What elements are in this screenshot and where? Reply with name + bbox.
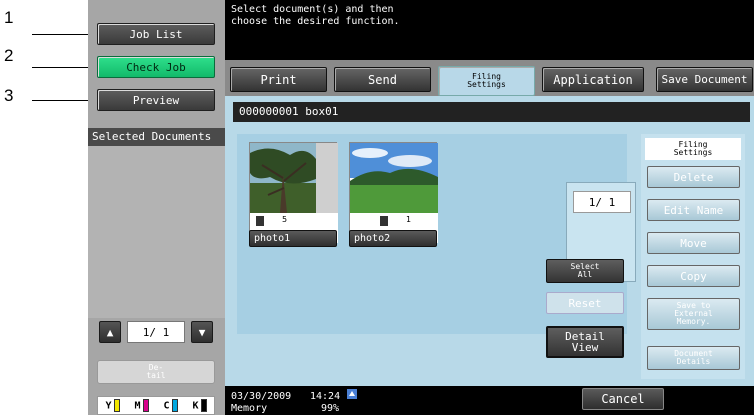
- tab-print[interactable]: Print: [230, 67, 327, 92]
- move-button[interactable]: Move: [647, 232, 740, 254]
- document-thumbnail-photo1[interactable]: 5: [249, 142, 338, 243]
- document-thumbnail-photo2[interactable]: 1: [349, 142, 438, 243]
- svg-text:1: 1: [406, 215, 411, 224]
- tab-send[interactable]: Send: [334, 67, 431, 92]
- left-panel: Job List Check Job Preview Selected Docu…: [88, 0, 225, 415]
- arrow-up-icon: ▲: [106, 325, 114, 339]
- page-down-button[interactable]: ▼: [191, 321, 213, 343]
- callout-number-2: 2: [4, 46, 14, 65]
- toner-cyan: C: [163, 399, 178, 412]
- tab-application[interactable]: Application: [542, 67, 644, 92]
- toner-black-label: K: [192, 400, 199, 412]
- memory-value: 99%: [321, 403, 340, 414]
- document-page-indicator: 1/ 1: [573, 191, 631, 213]
- toner-yellow: Y: [105, 399, 120, 412]
- toner-magenta: M: [134, 399, 149, 412]
- filing-settings-panel: Filing Settings Delete Edit Name Move Co…: [641, 134, 745, 379]
- selected-documents-label: Selected Documents: [88, 128, 225, 146]
- cancel-button[interactable]: Cancel: [582, 388, 664, 410]
- document-details-button[interactable]: Document Details: [647, 346, 740, 370]
- park-photo-image: 1: [350, 143, 438, 243]
- toner-cyan-bar: [171, 399, 178, 412]
- toner-black-bar: [200, 399, 207, 412]
- page-up-button[interactable]: ▲: [99, 321, 121, 343]
- toner-black: K: [192, 399, 207, 412]
- delete-button[interactable]: Delete: [647, 166, 740, 188]
- toner-magenta-bar: [142, 399, 149, 412]
- toner-yellow-label: Y: [105, 400, 112, 412]
- detail-view-button[interactable]: Detail View: [546, 326, 624, 358]
- tab-save-document[interactable]: Save Document: [656, 67, 753, 92]
- left-page-indicator: 1/ 1: [127, 321, 185, 343]
- copy-button[interactable]: Copy: [647, 265, 740, 287]
- selected-documents-list: [88, 146, 225, 318]
- document-name-photo1[interactable]: photo1: [249, 230, 337, 247]
- save-to-external-memory-button[interactable]: Save to External Memory.: [647, 298, 740, 330]
- status-date: 03/30/2009: [231, 391, 292, 402]
- main-panel: 000000001 box01 5 photo1 1 photo2 1/ 1 S…: [225, 96, 754, 386]
- tab-filing-settings[interactable]: Filing Settings: [438, 66, 535, 96]
- toner-magenta-label: M: [134, 400, 141, 412]
- svg-text:5: 5: [282, 215, 287, 224]
- job-list-button[interactable]: Job List: [97, 23, 215, 45]
- document-name-photo2[interactable]: photo2: [349, 230, 437, 247]
- toner-cyan-label: C: [163, 400, 170, 412]
- status-bar: 03/30/2009 14:24 Memory 99% Cancel: [225, 386, 754, 415]
- toner-levels: Y M C K: [97, 396, 215, 415]
- arrow-down-icon: ▼: [198, 325, 206, 339]
- network-icon: [347, 389, 357, 399]
- status-time: 14:24: [310, 391, 341, 402]
- detail-button[interactable]: De- tail: [97, 360, 215, 384]
- reset-button[interactable]: Reset: [546, 292, 624, 314]
- check-job-button[interactable]: Check Job: [97, 56, 215, 78]
- edit-name-button[interactable]: Edit Name: [647, 199, 740, 221]
- instruction-message: Select document(s) and then choose the d…: [225, 0, 754, 60]
- filing-settings-title: Filing Settings: [645, 138, 741, 160]
- function-tabs: Print Send Filing Settings Application S…: [225, 60, 754, 96]
- tree-photo-image: 5: [250, 143, 338, 243]
- toner-yellow-bar: [113, 399, 120, 412]
- select-all-button[interactable]: Select All: [546, 259, 624, 283]
- preview-button[interactable]: Preview: [97, 89, 215, 111]
- memory-label: Memory: [231, 403, 268, 414]
- callout-number-1: 1: [4, 8, 14, 27]
- box-title-bar: 000000001 box01: [233, 102, 750, 122]
- callout-number-3: 3: [4, 86, 14, 105]
